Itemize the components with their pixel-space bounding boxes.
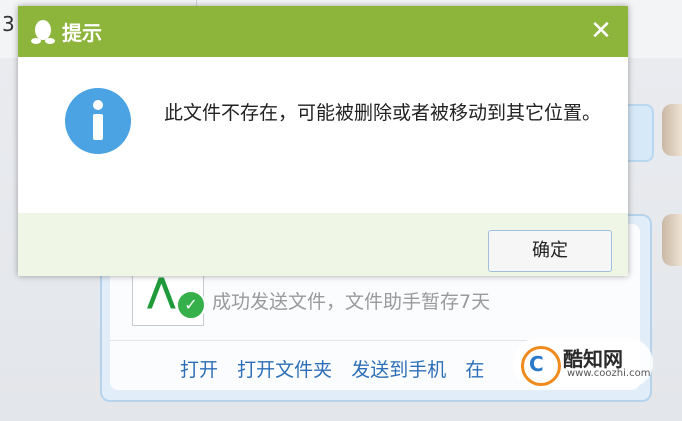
more-link[interactable]: 在	[465, 355, 484, 382]
avatar[interactable]	[662, 104, 682, 156]
open-folder-link[interactable]: 打开文件夹	[237, 355, 332, 382]
close-button[interactable]: ✕	[585, 15, 617, 47]
open-link[interactable]: 打开	[180, 355, 218, 382]
coozhi-logo-icon: C	[521, 346, 561, 386]
alert-dialog: 提示 ✕ 此文件不存在，可能被删除或者被移动到其它位置。 确定	[18, 6, 628, 276]
chat-header-fragment: 3	[2, 12, 15, 36]
close-icon: ✕	[590, 16, 612, 46]
file-actions: 打开 打开文件夹 发送到手机 在	[180, 355, 498, 383]
avatar[interactable]	[662, 214, 682, 266]
send-to-phone-link[interactable]: 发送到手机	[351, 355, 446, 382]
dialog-title: 提示	[62, 21, 102, 45]
dialog-message: 此文件不存在，可能被删除或者被移动到其它位置。	[164, 102, 602, 124]
watermark-url: www.coozhi.com	[567, 368, 651, 379]
dialog-footer: 确定	[18, 213, 628, 276]
dialog-titlebar[interactable]: 提示 ✕	[18, 6, 628, 57]
file-status-text: 成功发送文件，文件助手暂存7天	[212, 291, 491, 313]
qq-penguin-icon	[31, 20, 55, 44]
ok-button[interactable]: 确定	[488, 230, 612, 272]
watermark: C 酷知网 www.coozhi.com	[513, 338, 653, 388]
info-icon	[65, 88, 131, 154]
check-icon: ✓	[176, 290, 206, 320]
excel-icon: ⋀	[147, 271, 176, 311]
